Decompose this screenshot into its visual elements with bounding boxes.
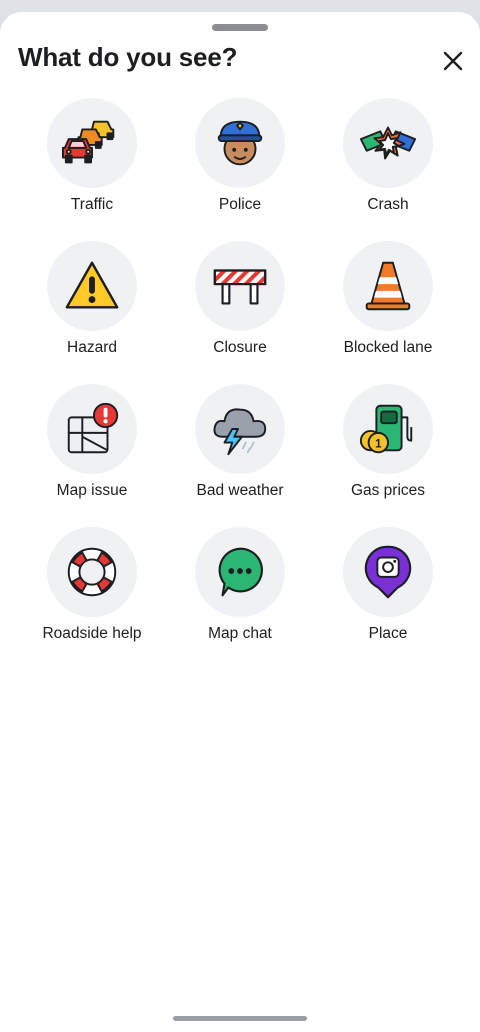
option-circle	[343, 98, 433, 188]
option-blocked-lane[interactable]: Blocked lane	[314, 241, 462, 364]
map-chat-icon	[218, 547, 263, 597]
option-circle	[343, 527, 433, 617]
option-map-issue[interactable]: Map issue	[18, 384, 166, 507]
option-label: Roadside help	[42, 625, 142, 642]
closure-icon	[213, 269, 267, 305]
option-hazard[interactable]: Hazard	[18, 241, 166, 364]
option-label: Closure	[213, 339, 267, 356]
option-label: Gas prices	[350, 482, 426, 499]
drag-handle[interactable]	[212, 24, 268, 31]
option-label: Map chat	[208, 625, 272, 642]
option-label: Traffic	[70, 196, 114, 213]
roadside-help-icon	[67, 547, 117, 597]
gas-prices-icon: 1	[359, 404, 413, 454]
option-place[interactable]: Place	[314, 527, 462, 650]
option-bad-weather[interactable]: Bad weather	[166, 384, 314, 507]
option-circle	[195, 384, 285, 474]
map-issue-icon	[67, 402, 119, 454]
option-circle	[343, 241, 433, 331]
report-options-grid: Traffic Police Crash Hazard Closure Bloc…	[18, 98, 462, 650]
svg-text:1: 1	[375, 437, 382, 450]
place-icon	[364, 545, 412, 599]
option-crash[interactable]: Crash	[314, 98, 462, 221]
option-circle	[195, 527, 285, 617]
option-roadside-help[interactable]: Roadside help	[18, 527, 166, 650]
option-label: Place	[368, 625, 408, 642]
option-label: Bad weather	[196, 482, 284, 499]
traffic-icon	[61, 120, 115, 164]
option-traffic[interactable]: Traffic	[18, 98, 166, 221]
sheet-title: What do you see?	[18, 42, 238, 72]
option-circle	[47, 98, 137, 188]
option-circle	[47, 241, 137, 331]
option-label: Blocked lane	[343, 339, 433, 356]
option-label: Crash	[367, 196, 409, 213]
option-circle	[47, 384, 137, 474]
option-label: Hazard	[67, 339, 117, 356]
close-icon	[443, 51, 463, 71]
hazard-icon	[65, 261, 119, 309]
blocked-lane-icon	[365, 261, 411, 311]
close-button[interactable]	[436, 44, 470, 78]
home-indicator[interactable]	[173, 1016, 307, 1021]
option-circle: 1	[343, 384, 433, 474]
police-icon	[217, 120, 263, 166]
option-police[interactable]: Police	[166, 98, 314, 221]
option-label: Police	[218, 196, 262, 213]
bad-weather-icon	[213, 408, 267, 456]
report-sheet: What do you see? Traffic Police Crash Ha…	[0, 12, 480, 1032]
option-circle	[47, 527, 137, 617]
option-closure[interactable]: Closure	[166, 241, 314, 364]
option-map-chat[interactable]: Map chat	[166, 527, 314, 650]
option-label: Map issue	[56, 482, 128, 499]
option-circle	[195, 98, 285, 188]
option-gas-prices[interactable]: 1 Gas prices	[314, 384, 462, 507]
crash-icon	[359, 126, 417, 160]
option-circle	[195, 241, 285, 331]
